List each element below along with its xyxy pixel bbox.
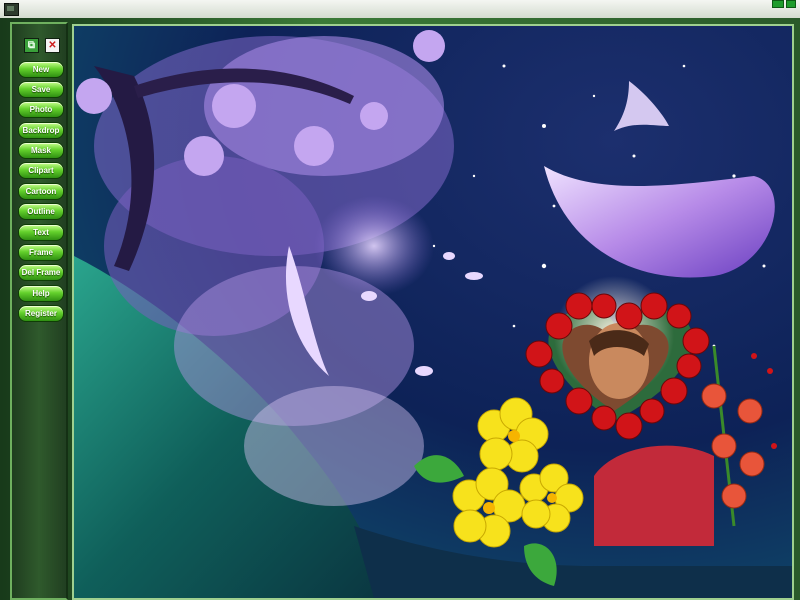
- title-bar: [0, 0, 800, 19]
- new-button[interactable]: New: [18, 61, 64, 78]
- backdrop-button[interactable]: Backdrop: [18, 122, 64, 139]
- copy-icon[interactable]: ⧉: [24, 38, 39, 53]
- app-icon[interactable]: [4, 3, 19, 16]
- save-button[interactable]: Save: [18, 81, 64, 98]
- mask-button[interactable]: Mask: [18, 142, 64, 159]
- cartoon-button[interactable]: Cartoon: [18, 183, 64, 200]
- outline-button[interactable]: Outline: [18, 203, 64, 220]
- shirt: [594, 445, 714, 546]
- del-frame-button[interactable]: Del Frame: [18, 264, 64, 281]
- app-frame: ⧉ ✕ New Save Photo Backdrop Mask Clipart…: [0, 18, 800, 600]
- frame-button[interactable]: Frame: [18, 244, 64, 261]
- composed-image: [74, 26, 792, 598]
- tool-panel: ⧉ ✕ New Save Photo Backdrop Mask Clipart…: [10, 22, 68, 600]
- photo-canvas[interactable]: [72, 24, 794, 600]
- photo-button[interactable]: Photo: [18, 101, 64, 118]
- register-button[interactable]: Register: [18, 305, 64, 322]
- help-button[interactable]: Help: [18, 285, 64, 302]
- close-icon[interactable]: ✕: [45, 38, 60, 53]
- window-control-icon[interactable]: [772, 0, 784, 8]
- clipart-button[interactable]: Clipart: [18, 162, 64, 179]
- window-control-icon[interactable]: [786, 0, 796, 8]
- text-button[interactable]: Text: [18, 224, 64, 241]
